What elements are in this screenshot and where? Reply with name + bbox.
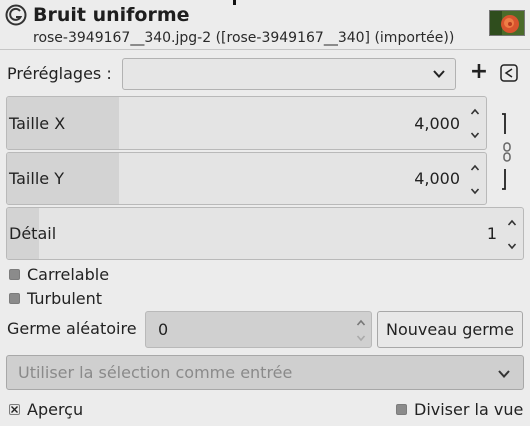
arrow-down-icon[interactable] — [470, 130, 480, 140]
add-preset-button[interactable]: + — [469, 61, 489, 84]
size-y-label: Taille Y — [9, 169, 64, 188]
new-seed-button[interactable]: Nouveau germe — [377, 311, 523, 348]
seed-value: 0 — [158, 320, 169, 339]
detail-stepper[interactable] — [501, 208, 523, 259]
presets-label: Préréglages : — [7, 64, 112, 83]
checkbox-box[interactable] — [9, 403, 20, 415]
turbulent-checkbox[interactable]: Turbulent — [9, 287, 102, 309]
split-view-label: Diviser la vue — [414, 399, 524, 419]
seed-stepper[interactable] — [351, 312, 371, 347]
mouse-cursor-icon — [233, 0, 236, 5]
tileable-checkbox[interactable]: Carrelable — [9, 263, 109, 285]
size-x-value: 4,000 — [414, 113, 460, 133]
checkbox-box[interactable] — [9, 292, 20, 304]
arrow-up-icon[interactable] — [356, 318, 366, 328]
size-x-spinscale[interactable]: Taille X 4,000 — [6, 96, 487, 150]
check-mark-icon — [11, 405, 18, 413]
turbulent-label: Turbulent — [27, 288, 103, 308]
chain-bracket-top — [502, 113, 506, 134]
preview-checkbox[interactable]: Aperçu — [9, 398, 83, 420]
detail-spinscale[interactable]: Détail 1 — [6, 207, 524, 260]
preview-label: Aperçu — [27, 399, 84, 419]
manage-presets-icon[interactable] — [500, 64, 518, 82]
chain-link-icon[interactable] — [502, 142, 512, 162]
image-subtitle: rose-3949167__340.jpg-2 ([rose-3949167__… — [33, 30, 455, 46]
gimp-logo-icon — [5, 4, 27, 26]
checkbox-box[interactable] — [396, 403, 407, 415]
detail-label: Détail — [9, 224, 57, 243]
image-thumbnail — [489, 10, 525, 36]
chevron-down-icon — [498, 370, 510, 378]
arrow-up-icon[interactable] — [507, 218, 517, 228]
dialog-header: Bruit uniforme rose-3949167__340.jpg-2 (… — [0, 0, 530, 50]
random-seed-input[interactable]: 0 — [145, 311, 372, 348]
use-selection-dropdown[interactable]: Utiliser la sélection comme entrée — [6, 355, 524, 390]
checkbox-box[interactable] — [9, 268, 20, 280]
random-seed-label: Germe aléatoire — [7, 319, 137, 338]
size-y-stepper[interactable] — [464, 153, 486, 204]
arrow-down-icon[interactable] — [470, 186, 480, 196]
arrow-down-icon[interactable] — [507, 241, 517, 251]
dialog-title: Bruit uniforme — [33, 4, 190, 26]
detail-value: 1 — [486, 224, 497, 243]
split-view-checkbox[interactable]: Diviser la vue — [396, 398, 523, 420]
size-y-value: 4,000 — [414, 169, 460, 188]
arrow-down-icon[interactable] — [356, 333, 366, 343]
arrow-up-icon[interactable] — [470, 163, 480, 173]
arrow-up-icon[interactable] — [470, 107, 480, 117]
size-y-spinscale[interactable]: Taille Y 4,000 — [6, 152, 487, 205]
chain-bracket-bottom — [502, 169, 506, 190]
use-selection-label: Utiliser la sélection comme entrée — [18, 363, 293, 382]
chevron-down-icon — [433, 70, 445, 78]
size-x-label: Taille X — [9, 113, 66, 133]
size-x-stepper[interactable] — [464, 97, 486, 149]
tileable-label: Carrelable — [27, 264, 110, 284]
presets-dropdown[interactable] — [122, 58, 456, 90]
